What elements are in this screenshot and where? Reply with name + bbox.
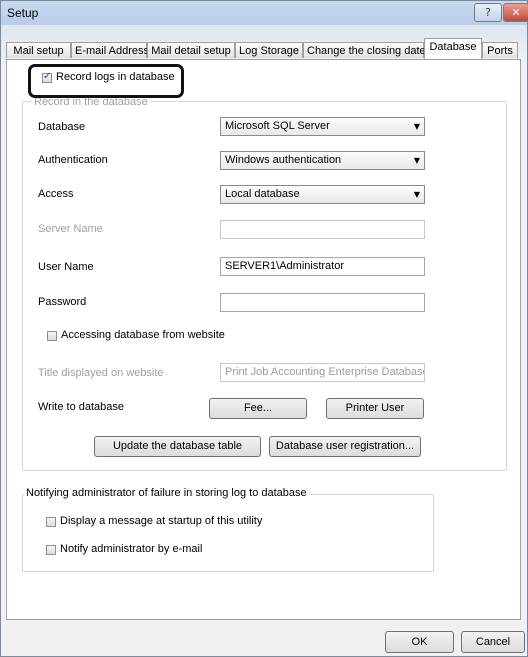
authentication-value: Windows authentication (225, 154, 342, 166)
database-label: Database (38, 121, 86, 133)
help-button[interactable]: ? (474, 3, 502, 22)
tab-mail-detail-setup[interactable]: Mail detail setup (147, 42, 235, 58)
tab-log-storage[interactable]: Log Storage (235, 42, 303, 58)
authentication-label: Authentication (38, 154, 108, 166)
password-label: Password (38, 296, 87, 308)
web-title-input[interactable]: Print Job Accounting Enterprise Database (220, 363, 425, 382)
setup-dialog: Setup ? ✕ Mail setup E-mail Address Mail… (0, 0, 528, 657)
server-name-input[interactable] (220, 220, 425, 239)
access-value: Local database (225, 188, 300, 200)
notify-email-checkbox[interactable] (46, 545, 56, 555)
user-name-label: User Name (38, 261, 94, 273)
notify-group (22, 494, 434, 572)
tab-ports[interactable]: Ports (482, 42, 518, 58)
authentication-select[interactable]: Windows authentication ▼ (220, 151, 425, 170)
printer-user-button[interactable]: Printer User (326, 398, 424, 419)
web-access-label: Accessing database from website (61, 329, 225, 341)
notify-group-title: Notifying administrator of failure in st… (24, 487, 309, 499)
title-bar: Setup ? ✕ (1, 1, 528, 25)
web-title-label: Title displayed on website (38, 367, 164, 379)
display-message-label: Display a message at startup of this uti… (60, 515, 263, 527)
chevron-down-icon: ▼ (413, 190, 420, 199)
update-database-table-button[interactable]: Update the database table (94, 436, 261, 457)
chevron-down-icon: ▼ (413, 122, 420, 131)
cancel-button[interactable]: Cancel (461, 631, 525, 653)
tab-strip: Mail setup E-mail Address Mail detail se… (6, 26, 524, 59)
notify-email-label: Notify administrator by e-mail (60, 543, 203, 555)
highlight-annotation (28, 64, 184, 98)
database-select[interactable]: Microsoft SQL Server ▼ (220, 117, 425, 136)
chevron-down-icon: ▼ (413, 156, 420, 165)
tab-mail-setup[interactable]: Mail setup (6, 42, 71, 58)
close-button[interactable]: ✕ (503, 3, 528, 22)
ok-button[interactable]: OK (385, 631, 454, 653)
user-name-input[interactable]: SERVER1\Administrator (220, 257, 425, 276)
server-name-label: Server Name (38, 223, 103, 235)
write-label: Write to database (38, 401, 125, 413)
display-message-checkbox[interactable] (46, 517, 56, 527)
fee-button[interactable]: Fee... (209, 398, 307, 419)
web-access-checkbox[interactable] (47, 331, 57, 341)
password-input[interactable] (220, 293, 425, 312)
database-value: Microsoft SQL Server (225, 120, 330, 132)
access-label: Access (38, 188, 74, 200)
tab-email-address[interactable]: E-mail Address (71, 42, 149, 58)
database-user-registration-button[interactable]: Database user registration... (269, 436, 421, 457)
window-title: Setup (7, 6, 39, 20)
tab-change-closing-date[interactable]: Change the closing date (303, 42, 426, 58)
access-select[interactable]: Local database ▼ (220, 185, 425, 204)
tab-database[interactable]: Database (424, 38, 482, 59)
